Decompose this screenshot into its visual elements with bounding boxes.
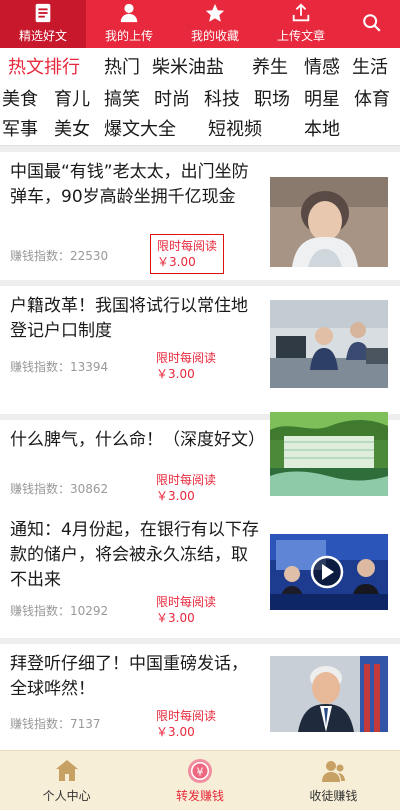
nav-label: 个人中心 [42, 789, 91, 803]
article-thumbnail [270, 177, 388, 267]
read-reward: 限时每阅读 ￥3.00 [156, 595, 217, 625]
article-card[interactable]: 中国最“有钱”老太太，出门坐防弹车，90岁高龄坐拥千亿现金 赚钱指数：22530… [0, 152, 400, 280]
tab-label: 精选好文 [18, 29, 67, 43]
article-thumbnail [270, 656, 388, 732]
article-title: 什么脾气，什么命！（深度好文） [10, 430, 265, 450]
document-icon [35, 3, 51, 23]
earn-index: 赚钱指数：10292 [10, 604, 109, 618]
home-icon [55, 760, 78, 781]
category-fashion[interactable]: 时尚 [154, 88, 190, 112]
user-icon [120, 3, 138, 23]
article-thumbnail [270, 534, 388, 610]
nav-label: 收徒赚钱 [309, 789, 358, 803]
article-thumbnail [270, 300, 388, 388]
article-title: 中国最“有钱”老太太，出门坐防弹车，90岁高龄坐拥千亿现金 [10, 162, 249, 207]
category-bar: 热文排行 热门 柴米油盐 养生 情感 生活 美食 育儿 搞笑 时尚 科技 职场 … [0, 48, 400, 146]
nav-label: 转发赚钱 [175, 789, 224, 803]
category-hot-ranking[interactable]: 热文排行 [8, 56, 80, 80]
article-title: 拜登听仔细了！中国重磅发话，全球哗然！ [10, 654, 248, 699]
nav-share-earn[interactable]: ¥ 转发赚钱 [133, 751, 266, 810]
earn-index: 赚钱指数：13394 [10, 360, 109, 374]
category-tech[interactable]: 科技 [204, 88, 240, 112]
category-funny[interactable]: 搞笑 [104, 88, 140, 112]
category-sports[interactable]: 体育 [354, 88, 390, 112]
category-daily-life[interactable]: 柴米油盐 [152, 56, 224, 80]
bottom-nav: 个人中心 ¥ 转发赚钱 收徒赚钱 [0, 750, 400, 810]
people-icon [322, 761, 346, 782]
tab-upload-article[interactable]: 上传文章 [258, 0, 344, 48]
upload-icon [292, 3, 310, 22]
tab-label: 我的上传 [104, 29, 153, 43]
category-parenting[interactable]: 育儿 [54, 88, 90, 112]
tab-label: 上传文章 [276, 29, 325, 43]
earn-index: 赚钱指数：7137 [10, 717, 101, 731]
search-button[interactable] [344, 0, 400, 48]
nav-profile[interactable]: 个人中心 [0, 751, 133, 810]
category-short-video[interactable]: 短视频 [208, 118, 262, 142]
category-life[interactable]: 生活 [352, 56, 388, 80]
star-icon [205, 3, 225, 22]
category-career[interactable]: 职场 [254, 88, 290, 112]
read-reward: 限时每阅读 ￥3.00 [156, 351, 217, 381]
read-reward: 限时每阅读 ￥3.00 [150, 234, 225, 274]
yen-coin-icon: ¥ [187, 759, 212, 783]
tab-selected-articles[interactable]: 精选好文 [0, 0, 86, 48]
search-icon [363, 13, 381, 32]
category-health[interactable]: 养生 [252, 56, 288, 80]
tab-label: 我的收藏 [190, 29, 239, 43]
category-popular[interactable]: 热门 [104, 56, 140, 80]
top-nav: 精选好文 我的上传 我的收藏 上传文章 [0, 0, 400, 48]
article-card[interactable]: 户籍改革！我国将试行以常住地登记户口制度 赚钱指数：13394 限时每阅读 ￥3.… [0, 286, 400, 414]
read-reward: 限时每阅读 ￥3.00 [156, 473, 217, 503]
read-reward: 限时每阅读 ￥3.00 [156, 709, 217, 739]
tab-my-uploads[interactable]: 我的上传 [86, 0, 172, 48]
article-title: 通知：4月份起，在银行有以下存款的储户，将会被永久冻结，取不出来 [10, 520, 259, 590]
article-title: 户籍改革！我国将试行以常住地登记户口制度 [10, 296, 248, 341]
category-emotion[interactable]: 情感 [304, 56, 340, 80]
category-viral-articles[interactable]: 爆文大全 [104, 118, 176, 142]
svg-text:¥: ¥ [196, 766, 203, 779]
earn-index: 赚钱指数：30862 [10, 482, 109, 496]
category-beauty[interactable]: 美女 [54, 118, 90, 142]
category-military[interactable]: 军事 [2, 118, 38, 142]
category-local[interactable]: 本地 [304, 118, 340, 142]
article-card[interactable]: 通知：4月份起，在银行有以下存款的储户，将会被永久冻结，取不出来 赚钱指数：10… [0, 510, 400, 638]
category-celebrity[interactable]: 明星 [304, 88, 340, 112]
category-food[interactable]: 美食 [2, 88, 38, 112]
article-thumbnail [270, 412, 388, 496]
tab-my-favorites[interactable]: 我的收藏 [172, 0, 258, 48]
nav-recruit-earn[interactable]: 收徒赚钱 [267, 751, 400, 810]
earn-index: 赚钱指数：22530 [10, 249, 109, 263]
article-card[interactable]: 拜登听仔细了！中国重磅发话，全球哗然！ 赚钱指数：7137 限时每阅读 ￥3.00 [0, 644, 400, 750]
